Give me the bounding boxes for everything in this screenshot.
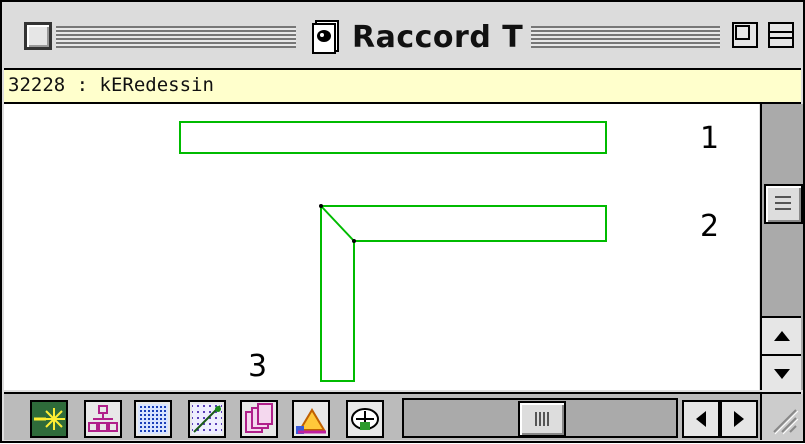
scroll-down-button[interactable] [762,354,801,392]
info-bar: 32228 : kERedessin [4,70,801,104]
layers-icon [245,403,273,433]
grip-line [775,208,791,210]
title-bar-stripes-left [56,26,296,48]
scroll-up-button[interactable] [762,316,801,354]
shape-2-vertex-a [319,204,323,208]
scroll-up-icon [773,331,790,341]
title-bar-stripes-right [524,26,720,48]
tool-hierarchy[interactable] [84,400,122,438]
tool-scatter-pattern[interactable] [188,400,226,438]
grip-line [775,202,791,204]
window-title: Raccord T [352,19,524,55]
zoom-button[interactable] [732,22,758,48]
thumb-grip-icon [535,412,549,426]
scroll-left-button[interactable] [682,400,720,438]
info-bar-text: 32228 : kERedessin [8,74,214,96]
dotted-pattern-icon [138,404,168,434]
shape-2-miter-line [320,205,355,242]
shape-label-2: 2 [700,209,719,244]
bottom-toolbar [4,392,803,440]
collapse-button[interactable] [768,22,794,48]
scatter-pattern-icon [192,404,222,434]
resize-handle[interactable] [760,394,803,440]
3d-view-icon [351,408,379,430]
horizontal-scrollbar[interactable] [402,398,678,438]
drawing-canvas[interactable]: 1 2 3 [4,104,759,390]
hierarchy-icon [88,405,118,432]
scroll-left-icon [696,411,706,427]
vertical-scroll-thumb[interactable] [764,184,803,224]
title-bar[interactable]: Raccord T [4,4,801,70]
tool-select-sparkle[interactable] [30,400,68,438]
scroll-down-icon [773,369,790,379]
drawing-surface: 1 2 3 [179,121,719,384]
select-sparkle-icon [32,402,66,436]
resize-grip-icon [773,409,799,435]
shape-label-3: 3 [248,349,267,384]
tool-dotted-pattern[interactable] [134,400,172,438]
shape-1-bar[interactable] [179,121,607,154]
scroll-right-button[interactable] [720,400,758,438]
tool-measure[interactable] [292,400,330,438]
tool-3d-view[interactable] [346,400,384,438]
measure-icon [296,408,326,434]
grip-line [775,196,791,198]
vertical-scrollbar[interactable] [760,104,803,392]
tool-layers[interactable] [240,400,278,438]
document-app-icon [312,20,339,54]
window-title-group: Raccord T [304,12,532,62]
shape-label-1: 1 [700,121,719,156]
app-window: Raccord T 32228 : kERedessin 1 2 3 [0,0,805,443]
horizontal-scroll-thumb[interactable] [518,401,566,437]
close-button[interactable] [24,22,52,50]
scroll-right-icon [734,411,744,427]
shape-2-vertex-b [352,239,356,243]
shape-2-elbow[interactable] [320,205,607,382]
